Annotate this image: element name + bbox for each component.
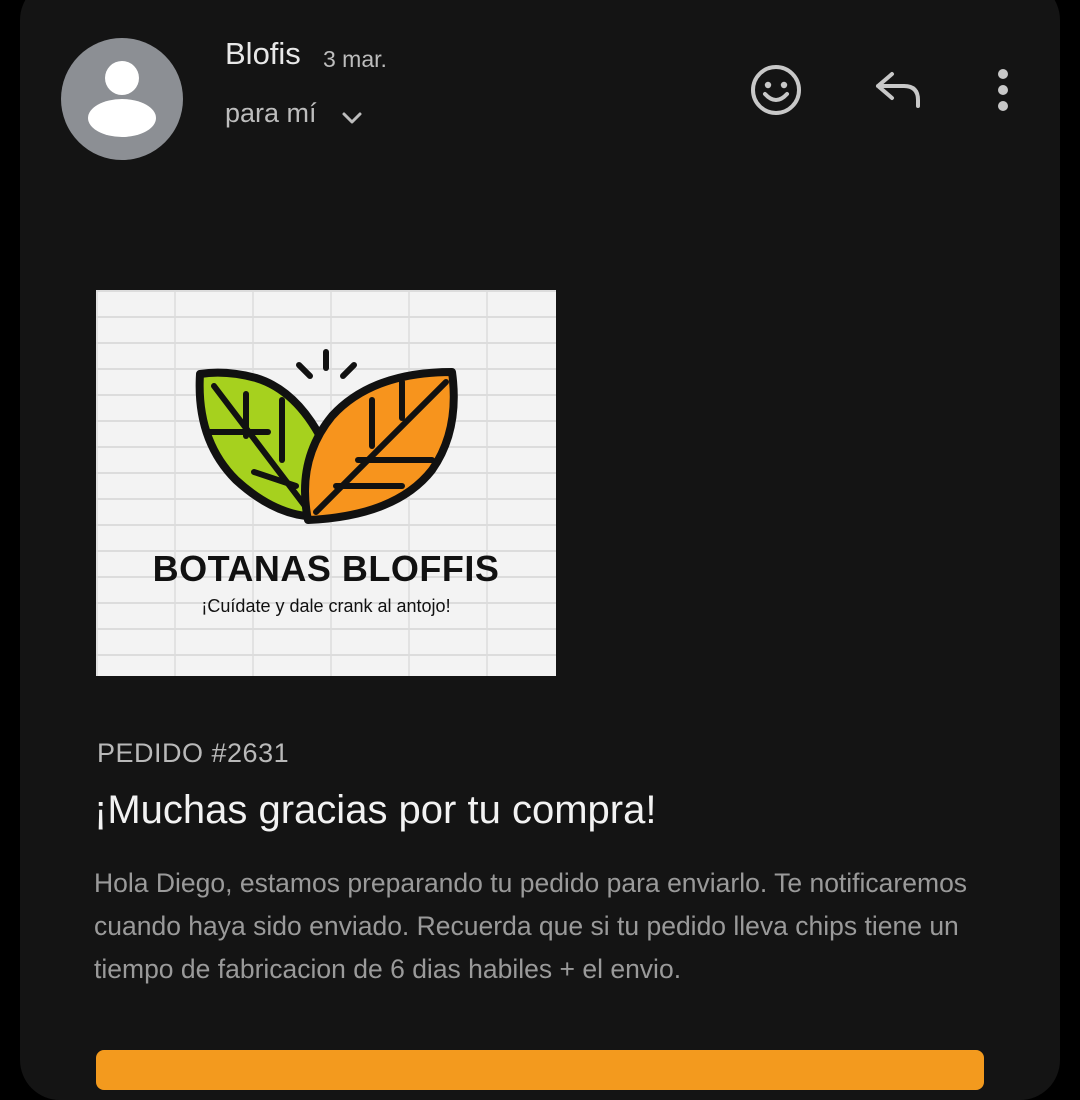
emoji-reaction-icon[interactable] bbox=[748, 62, 804, 118]
recipient-label[interactable]: para mí bbox=[225, 98, 317, 129]
chevron-down-icon[interactable] bbox=[336, 106, 368, 130]
avatar-person-icon bbox=[88, 61, 156, 137]
order-number: PEDIDO #2631 bbox=[97, 738, 290, 768]
thank-you-headline: ¡Muchas gracias por tu compra! bbox=[94, 788, 657, 832]
email-date: 3 mar. bbox=[323, 46, 387, 72]
order-message: Hola Diego, estamos preparando tu pedido… bbox=[94, 868, 968, 984]
brand-name: BOTANAS BLOFFIS bbox=[152, 548, 500, 589]
sender-avatar[interactable] bbox=[61, 38, 183, 160]
brand-tagline: ¡Cuídate y dale crank al antojo! bbox=[201, 596, 451, 616]
view-order-button[interactable] bbox=[96, 1050, 984, 1090]
reply-icon[interactable] bbox=[870, 66, 926, 114]
sender-name[interactable]: Blofis bbox=[225, 36, 301, 72]
brand-banner-image: BOTANAS BLOFFIS ¡Cuídate y dale crank al… bbox=[96, 290, 556, 676]
leaf-logo-icon bbox=[195, 349, 458, 524]
more-vert-icon[interactable] bbox=[985, 64, 1021, 116]
